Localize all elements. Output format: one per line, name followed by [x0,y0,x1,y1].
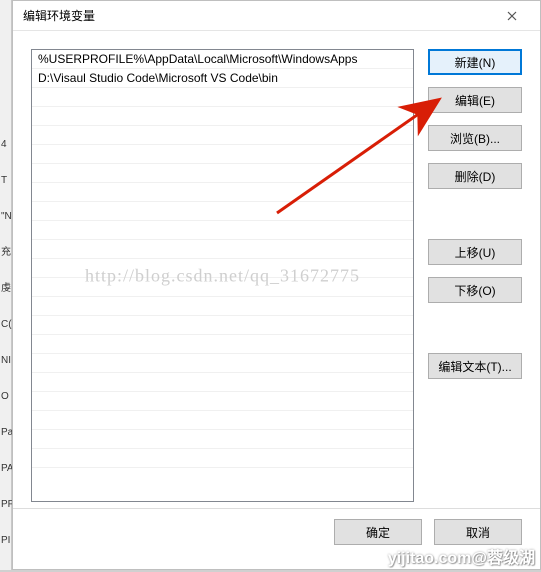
list-item[interactable] [32,278,413,297]
edit-text-button[interactable]: 编辑文本(T)... [428,353,522,379]
edit-button[interactable]: 编辑(E) [428,87,522,113]
list-item[interactable] [32,164,413,183]
env-var-dialog: 编辑环境变量 %USERPROFILE%\AppData\Local\Micro… [12,0,541,570]
list-item[interactable] [32,259,413,278]
list-item[interactable] [32,411,413,430]
new-button[interactable]: 新建(N) [428,49,522,75]
list-item[interactable] [32,354,413,373]
delete-button[interactable]: 删除(D) [428,163,522,189]
list-inner: %USERPROFILE%\AppData\Local\Microsoft\Wi… [32,50,413,501]
list-item[interactable] [32,335,413,354]
list-item[interactable] [32,126,413,145]
list-item[interactable] [32,392,413,411]
list-item[interactable] [32,221,413,240]
path-listbox[interactable]: %USERPROFILE%\AppData\Local\Microsoft\Wi… [31,49,414,502]
list-item[interactable] [32,316,413,335]
list-item[interactable] [32,202,413,221]
close-icon [507,11,517,21]
list-item[interactable] [32,107,413,126]
list-item[interactable] [32,373,413,392]
cancel-button[interactable]: 取消 [434,519,522,545]
list-item[interactable] [32,297,413,316]
list-item[interactable]: D:\Visaul Studio Code\Microsoft VS Code\… [32,69,413,88]
move-up-button[interactable]: 上移(U) [428,239,522,265]
browse-button[interactable]: 浏览(B)... [428,125,522,151]
list-item[interactable] [32,88,413,107]
close-button[interactable] [492,2,532,30]
side-buttons: 新建(N) 编辑(E) 浏览(B)... 删除(D) 上移(U) 下移(O) 编… [428,49,522,502]
list-item[interactable] [32,145,413,164]
background-strip [0,0,12,570]
dialog-body: %USERPROFILE%\AppData\Local\Microsoft\Wi… [13,31,540,569]
ok-button[interactable]: 确定 [334,519,422,545]
list-item[interactable] [32,183,413,202]
window-title: 编辑环境变量 [23,7,492,24]
list-item[interactable]: %USERPROFILE%\AppData\Local\Microsoft\Wi… [32,50,413,69]
main-row: %USERPROFILE%\AppData\Local\Microsoft\Wi… [31,49,522,502]
list-item[interactable] [32,430,413,449]
list-item[interactable] [32,240,413,259]
move-down-button[interactable]: 下移(O) [428,277,522,303]
titlebar: 编辑环境变量 [13,1,540,31]
dialog-footer: 确定 取消 [31,509,522,555]
list-item[interactable] [32,449,413,468]
